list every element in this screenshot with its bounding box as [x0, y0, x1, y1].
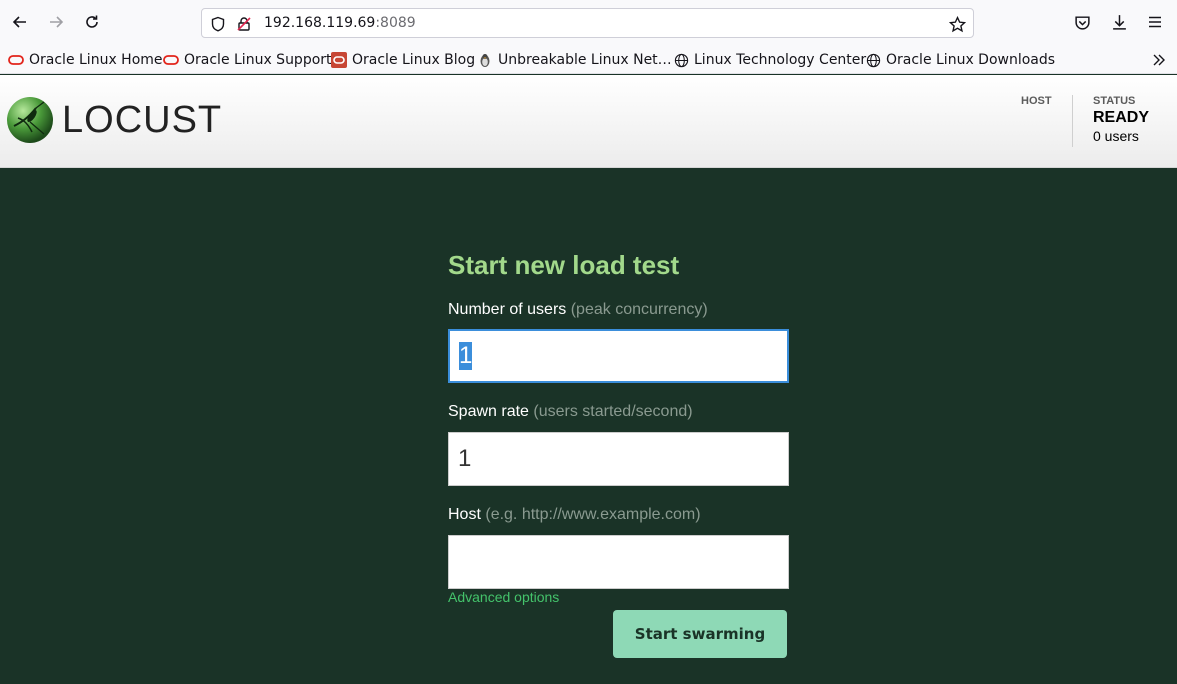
pocket-icon [1074, 15, 1090, 30]
back-arrow-icon [12, 16, 26, 28]
stat-divider [1072, 95, 1073, 147]
users-label: Number of users (peak concurrency) [448, 301, 708, 318]
shield-icon[interactable] [209, 15, 227, 33]
spawn-rate-label: Spawn rate (users started/second) [448, 403, 693, 420]
insecure-lock-icon[interactable] [235, 15, 253, 33]
bookmarks-toolbar: Oracle Linux Home Oracle Linux Support O… [0, 46, 1177, 74]
host-hint: (e.g. http://www.example.com) [485, 506, 701, 523]
host-stat: HOST [1021, 95, 1052, 107]
url-text[interactable]: 192.168.119.69:8089 [264, 15, 416, 31]
bookmark-item[interactable]: Linux Technology Center [673, 50, 866, 70]
bookmark-star-icon[interactable] [948, 15, 966, 33]
globe-icon [865, 52, 881, 68]
hamburger-menu-icon [1149, 16, 1161, 28]
start-swarming-button[interactable]: Start swarming [613, 610, 787, 658]
forward-arrow-icon [50, 16, 64, 28]
spawn-rate-hint: (users started/second) [533, 403, 693, 420]
locust-header: LOCUST HOST STATUS READY 0 users [0, 75, 1177, 168]
reload-icon [86, 15, 98, 28]
users-input[interactable]: 1 [448, 329, 789, 383]
advanced-options-link[interactable]: Advanced options [448, 589, 790, 605]
download-icon [1112, 14, 1126, 30]
back-button[interactable] [8, 10, 32, 34]
globe-icon [673, 52, 689, 68]
form-title: Start new load test [448, 250, 680, 280]
browser-toolbar: 192.168.119.69:8089 [0, 0, 1177, 46]
spawn-rate-input[interactable]: 1 [448, 432, 789, 486]
penguin-icon [477, 52, 493, 68]
host-label: HOST [1021, 95, 1052, 107]
status-stat: STATUS READY 0 users [1093, 95, 1149, 144]
users-hint: (peak concurrency) [570, 301, 708, 318]
user-count: 0 users [1093, 128, 1139, 144]
reload-button[interactable] [80, 10, 104, 34]
bookmark-item[interactable]: Unbreakable Linux Net… [477, 50, 672, 70]
oracle-icon [163, 52, 179, 68]
bookmarks-overflow-button[interactable] [1149, 50, 1169, 70]
menu-button[interactable] [1144, 11, 1166, 33]
double-chevron-right-icon [1153, 54, 1165, 66]
locust-logo[interactable]: LOCUST [6, 96, 222, 144]
bookmark-item[interactable]: Oracle Linux Support [163, 50, 332, 70]
oracle-blog-icon [331, 52, 347, 68]
bookmark-item[interactable]: Oracle Linux Home [8, 50, 163, 70]
url-bar[interactable]: 192.168.119.69:8089 [201, 8, 974, 38]
pocket-button[interactable] [1071, 11, 1093, 33]
status-label: STATUS [1093, 95, 1136, 107]
downloads-button[interactable] [1108, 11, 1130, 33]
host-field-label: Host (e.g. http://www.example.com) [448, 506, 701, 523]
bookmark-item[interactable]: Oracle Linux Downloads [865, 50, 1055, 70]
host-input[interactable] [448, 535, 789, 589]
logo-text: LOCUST [62, 98, 223, 141]
bookmark-item[interactable]: Oracle Linux Blog [331, 50, 475, 70]
oracle-icon [8, 52, 24, 68]
start-load-test-form: Start new load test Number of users (pea… [448, 250, 790, 605]
forward-button[interactable] [44, 10, 68, 34]
status-value: READY [1093, 109, 1150, 126]
locust-logo-icon [7, 97, 53, 143]
